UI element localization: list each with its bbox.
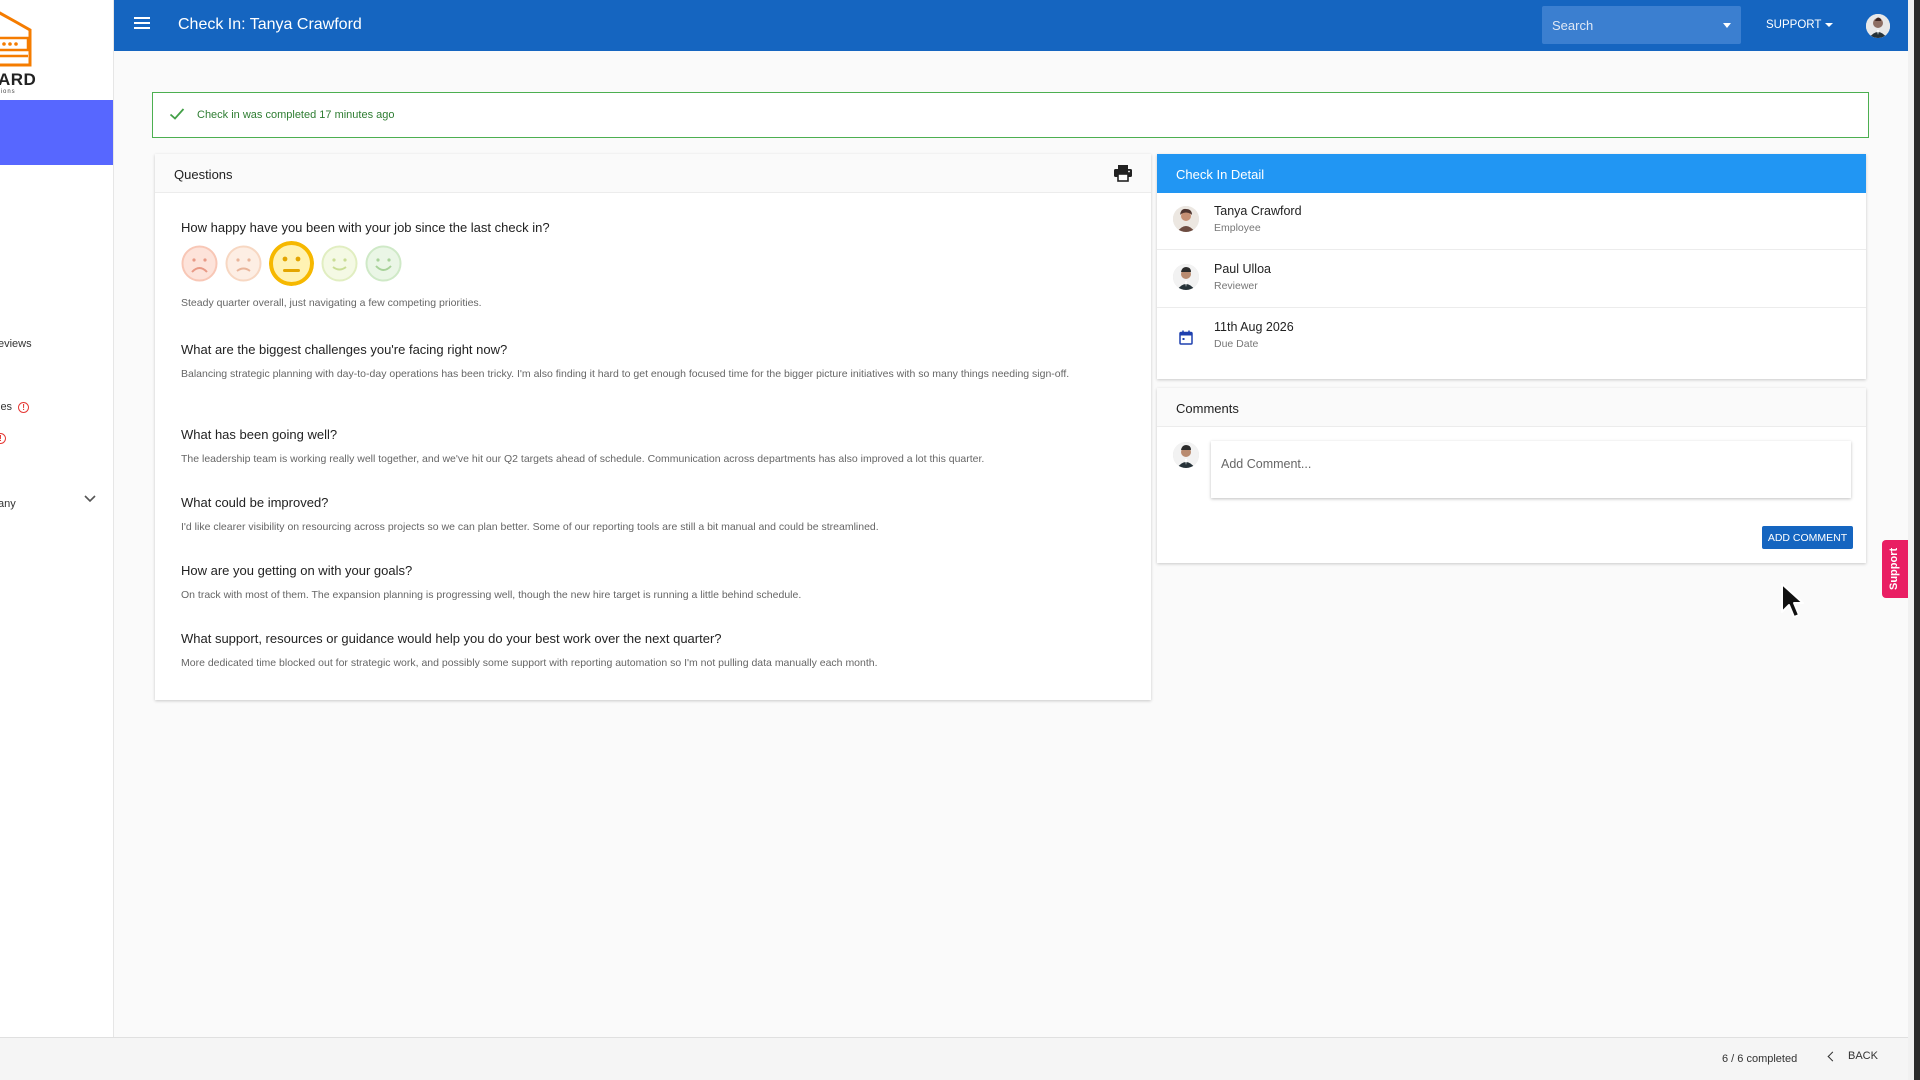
page-scrollbar[interactable] <box>1908 0 1914 1080</box>
alert-icon: ! <box>0 432 6 444</box>
question-text: What are the biggest challenges you're f… <box>181 342 508 357</box>
hamburger-menu-icon[interactable] <box>134 17 150 31</box>
employee-name: Tanya Crawford <box>1214 204 1302 218</box>
due-date-value: 11th Aug 2026 <box>1214 320 1294 334</box>
caret-down-icon <box>1825 22 1834 27</box>
question-text: How are you getting on with your goals? <box>181 563 413 578</box>
due-date-label: Due Date <box>1214 338 1259 350</box>
back-button[interactable]: BACK <box>1827 1050 1878 1070</box>
question-text: How happy have you been with your job si… <box>181 220 550 235</box>
user-avatar[interactable] <box>1866 14 1890 38</box>
happiness-rating <box>181 241 1121 286</box>
add-comment-button[interactable]: ADD COMMENT <box>1762 526 1853 549</box>
support-tab[interactable]: Support <box>1882 540 1908 598</box>
employee-avatar-image <box>1173 206 1199 232</box>
sidebar: ARD tions eviews ies ! ! any <box>0 0 114 1037</box>
chevron-down-icon[interactable] <box>84 495 96 503</box>
support-menu-button[interactable]: SUPPORT <box>1766 19 1834 31</box>
building-logo-icon <box>0 11 32 67</box>
very-happy-face-icon[interactable] <box>365 245 402 282</box>
chevron-left-icon <box>1827 1051 1838 1062</box>
sad-face-icon[interactable] <box>225 245 262 282</box>
company-logo[interactable]: ARD tions <box>0 0 113 100</box>
answer-text: On track with most of them. The expansio… <box>181 589 802 601</box>
search-dropdown-icon[interactable] <box>1723 23 1731 28</box>
footer-bar: 6 / 6 completed BACK <box>0 1037 1908 1080</box>
progress-text: 6 / 6 completed <box>1722 1053 1798 1065</box>
calendar-icon <box>1179 330 1193 345</box>
alert-message: Check in was completed 17 minutes ago <box>197 109 395 121</box>
top-app-bar: Check In: Tanya Crawford SUPPORT <box>114 0 1908 51</box>
user-avatar-image <box>1866 14 1890 38</box>
questions-card: Questions How happy have you been with y… <box>155 154 1151 700</box>
question-text: What support, resources or guidance woul… <box>181 631 722 646</box>
completion-alert: Check in was completed 17 minutes ago <box>152 92 1869 138</box>
check-icon <box>169 108 185 120</box>
page-title: Check In: Tanya Crawford <box>178 16 362 33</box>
due-date-row: 11th Aug 2026 Due Date <box>1157 308 1866 366</box>
support-menu-label: SUPPORT <box>1766 19 1822 31</box>
answer-text: More dedicated time blocked out for stra… <box>181 657 878 669</box>
reviewer-row: Paul Ulloa Reviewer <box>1157 250 1866 308</box>
comments-card-header: Comments <box>1157 388 1866 427</box>
question-item: What has been going well? The leadership… <box>181 427 1121 467</box>
question-text: What could be improved? <box>181 495 329 510</box>
questions-card-header: Questions <box>155 154 1151 193</box>
sidebar-item-label: ies <box>0 401 13 413</box>
search-field[interactable] <box>1542 6 1741 44</box>
logo-text: ARD <box>0 70 37 89</box>
comments-card: Comments ADD COMMENT <box>1157 388 1866 563</box>
sidebar-item-company[interactable]: any <box>0 498 16 510</box>
comment-input[interactable] <box>1211 441 1851 498</box>
mouse-cursor-icon <box>1781 583 1804 618</box>
employee-avatar <box>1173 206 1199 232</box>
answer-text: Balancing strategic planning with day-to… <box>181 368 1070 380</box>
happy-face-icon[interactable] <box>321 245 358 282</box>
neutral-face-icon[interactable] <box>269 241 314 286</box>
current-user-avatar-image <box>1173 442 1199 468</box>
back-label: BACK <box>1848 1050 1878 1062</box>
question-text: What has been going well? <box>181 427 338 442</box>
check-in-detail-card: Check In Detail Tanya Crawford Employee <box>1157 154 1866 379</box>
support-tab-label: Support <box>1888 547 1900 590</box>
comments-card-title: Comments <box>1176 401 1239 416</box>
alert-icon: ! <box>18 401 30 413</box>
employee-row: Tanya Crawford Employee <box>1157 192 1866 250</box>
sidebar-item-reviews[interactable]: eviews <box>0 338 32 350</box>
sidebar-item-label: eviews <box>0 338 32 350</box>
employee-role: Employee <box>1214 222 1261 234</box>
reviewer-role: Reviewer <box>1214 280 1258 292</box>
answer-text: The leadership team is working really we… <box>181 453 985 465</box>
logo-subtext: tions <box>0 89 16 95</box>
question-item: How are you getting on with your goals? … <box>181 563 1121 603</box>
reviewer-avatar <box>1173 264 1199 290</box>
main-content: Check in was completed 17 minutes ago Qu… <box>114 51 1908 1037</box>
answer-text: Steady quarter overall, just navigating … <box>181 297 482 309</box>
reviewer-name: Paul Ulloa <box>1214 262 1271 276</box>
detail-card-title: Check In Detail <box>1176 167 1265 182</box>
print-icon[interactable] <box>1113 164 1133 182</box>
very-sad-face-icon[interactable] <box>181 245 218 282</box>
answer-text: I'd like clearer visibility on resourcin… <box>181 521 879 533</box>
search-input[interactable] <box>1542 6 1741 44</box>
questions-card-title: Questions <box>174 167 233 182</box>
sidebar-item-label: any <box>0 498 16 510</box>
question-item: What support, resources or guidance woul… <box>181 631 1121 671</box>
sidebar-item-active[interactable] <box>0 100 113 165</box>
question-item: What are the biggest challenges you're f… <box>181 342 1121 382</box>
question-item: What could be improved? I'd like clearer… <box>181 495 1121 535</box>
current-user-avatar <box>1173 442 1199 468</box>
question-item: How happy have you been with your job si… <box>181 220 1121 311</box>
sidebar-item-policies[interactable]: ies ! <box>0 401 30 413</box>
reviewer-avatar-image <box>1173 264 1199 290</box>
detail-card-header: Check In Detail <box>1157 154 1866 193</box>
sidebar-item-alert[interactable]: ! <box>0 432 6 444</box>
comment-field[interactable] <box>1211 441 1851 498</box>
